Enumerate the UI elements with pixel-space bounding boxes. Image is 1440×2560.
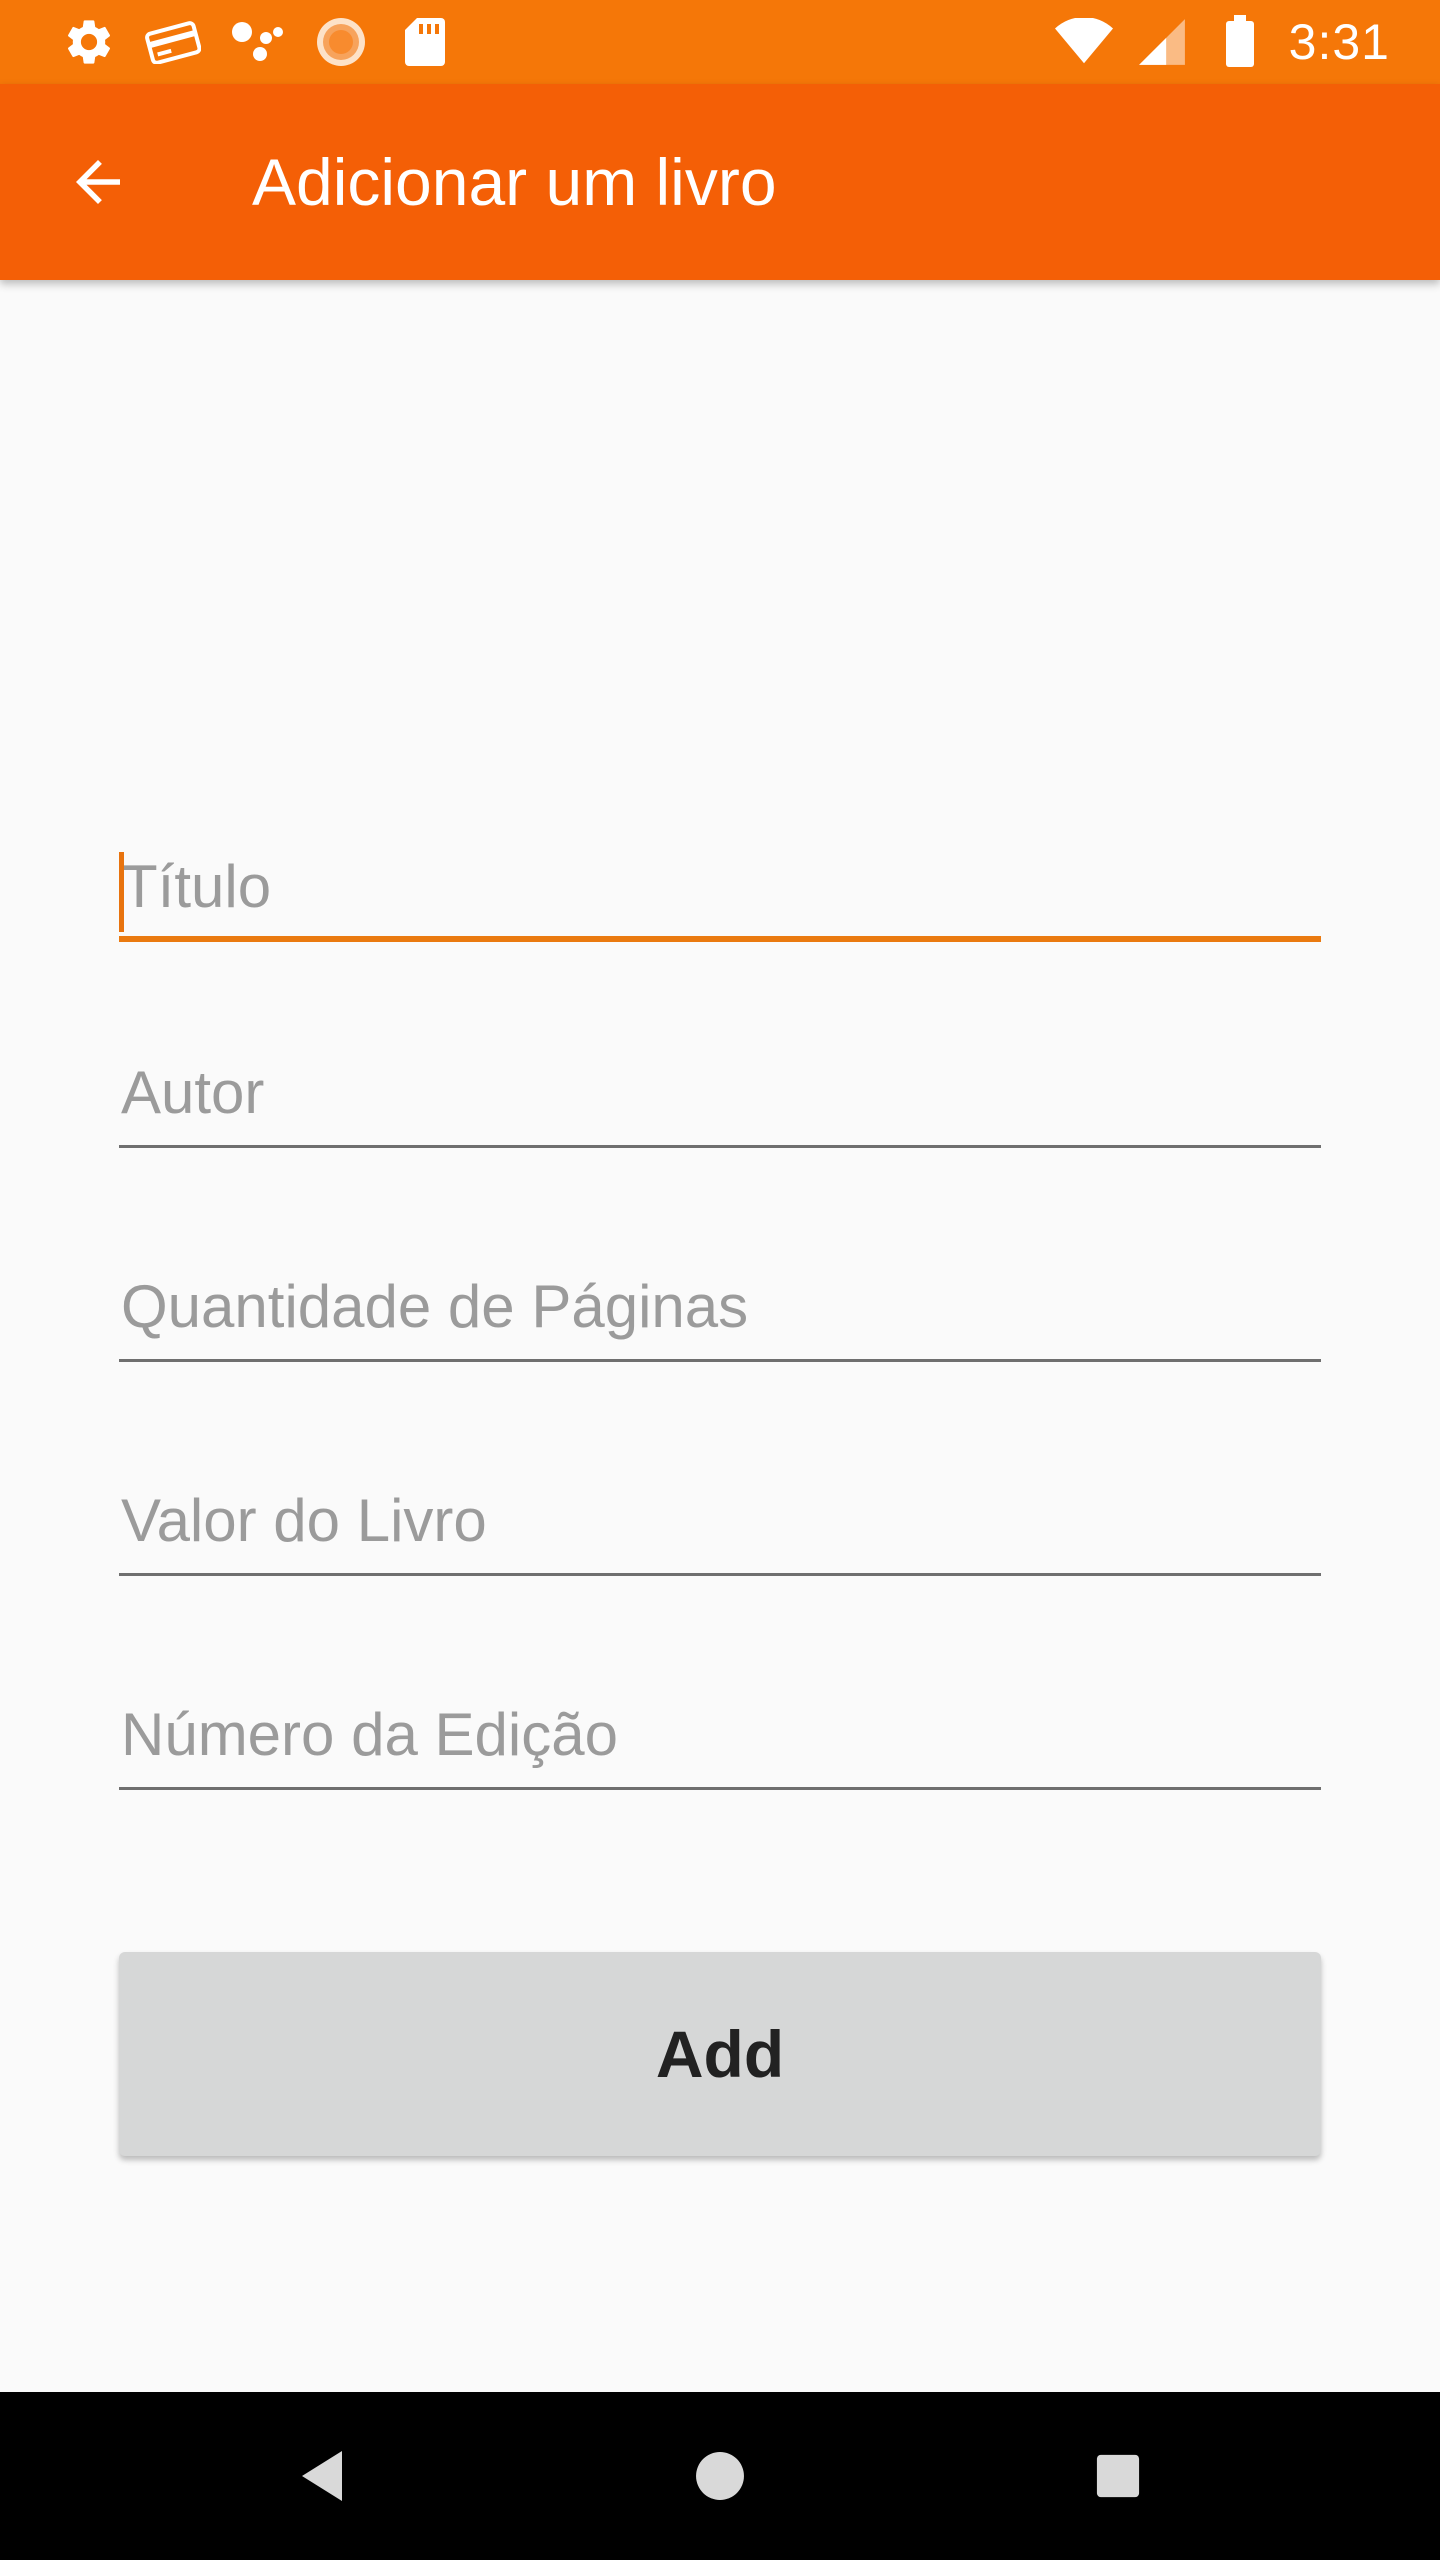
signal-icon	[1133, 13, 1191, 71]
paginas-underline	[119, 1359, 1321, 1362]
battery-icon	[1211, 13, 1269, 71]
recents-nav-button[interactable]	[1068, 2426, 1168, 2526]
app-bar: Adicionar um livro	[0, 84, 1440, 280]
page-title: Adicionar um livro	[252, 145, 777, 219]
valor-input[interactable]	[119, 1464, 1321, 1576]
settings-icon	[60, 13, 118, 71]
add-button[interactable]: Add	[119, 1952, 1321, 2156]
edicao-underline	[119, 1787, 1321, 1790]
text-cursor	[119, 852, 124, 932]
home-nav-icon	[696, 2452, 744, 2500]
sun-icon	[312, 13, 370, 71]
valor-underline	[119, 1573, 1321, 1576]
back-nav-button[interactable]	[272, 2426, 372, 2526]
autor-input[interactable]	[119, 1036, 1321, 1148]
autor-field-wrapper	[119, 1036, 1321, 1148]
edicao-field-wrapper	[119, 1678, 1321, 1790]
assistant-icon	[228, 13, 286, 71]
paginas-input[interactable]	[119, 1250, 1321, 1362]
navigation-bar	[0, 2392, 1440, 2560]
sd-card-icon	[396, 13, 454, 71]
valor-field-wrapper	[119, 1464, 1321, 1576]
home-nav-button[interactable]	[670, 2426, 770, 2526]
status-notification-icons	[60, 12, 454, 72]
recents-nav-icon	[1096, 2454, 1140, 2498]
status-bar: 3:31	[0, 0, 1440, 84]
back-nav-icon	[302, 2451, 342, 2501]
titulo-underline	[119, 936, 1321, 942]
titulo-input[interactable]	[119, 830, 1321, 942]
wifi-icon	[1054, 13, 1113, 71]
status-time: 3:31	[1288, 14, 1390, 70]
status-system-icons: 3:31	[1054, 12, 1390, 72]
paginas-field-wrapper	[119, 1250, 1321, 1362]
arrow-back-icon	[76, 160, 120, 204]
edicao-input[interactable]	[119, 1678, 1321, 1790]
back-button[interactable]	[52, 136, 144, 228]
autor-underline	[119, 1145, 1321, 1148]
card-icon	[144, 13, 202, 71]
titulo-field-wrapper	[119, 830, 1321, 942]
